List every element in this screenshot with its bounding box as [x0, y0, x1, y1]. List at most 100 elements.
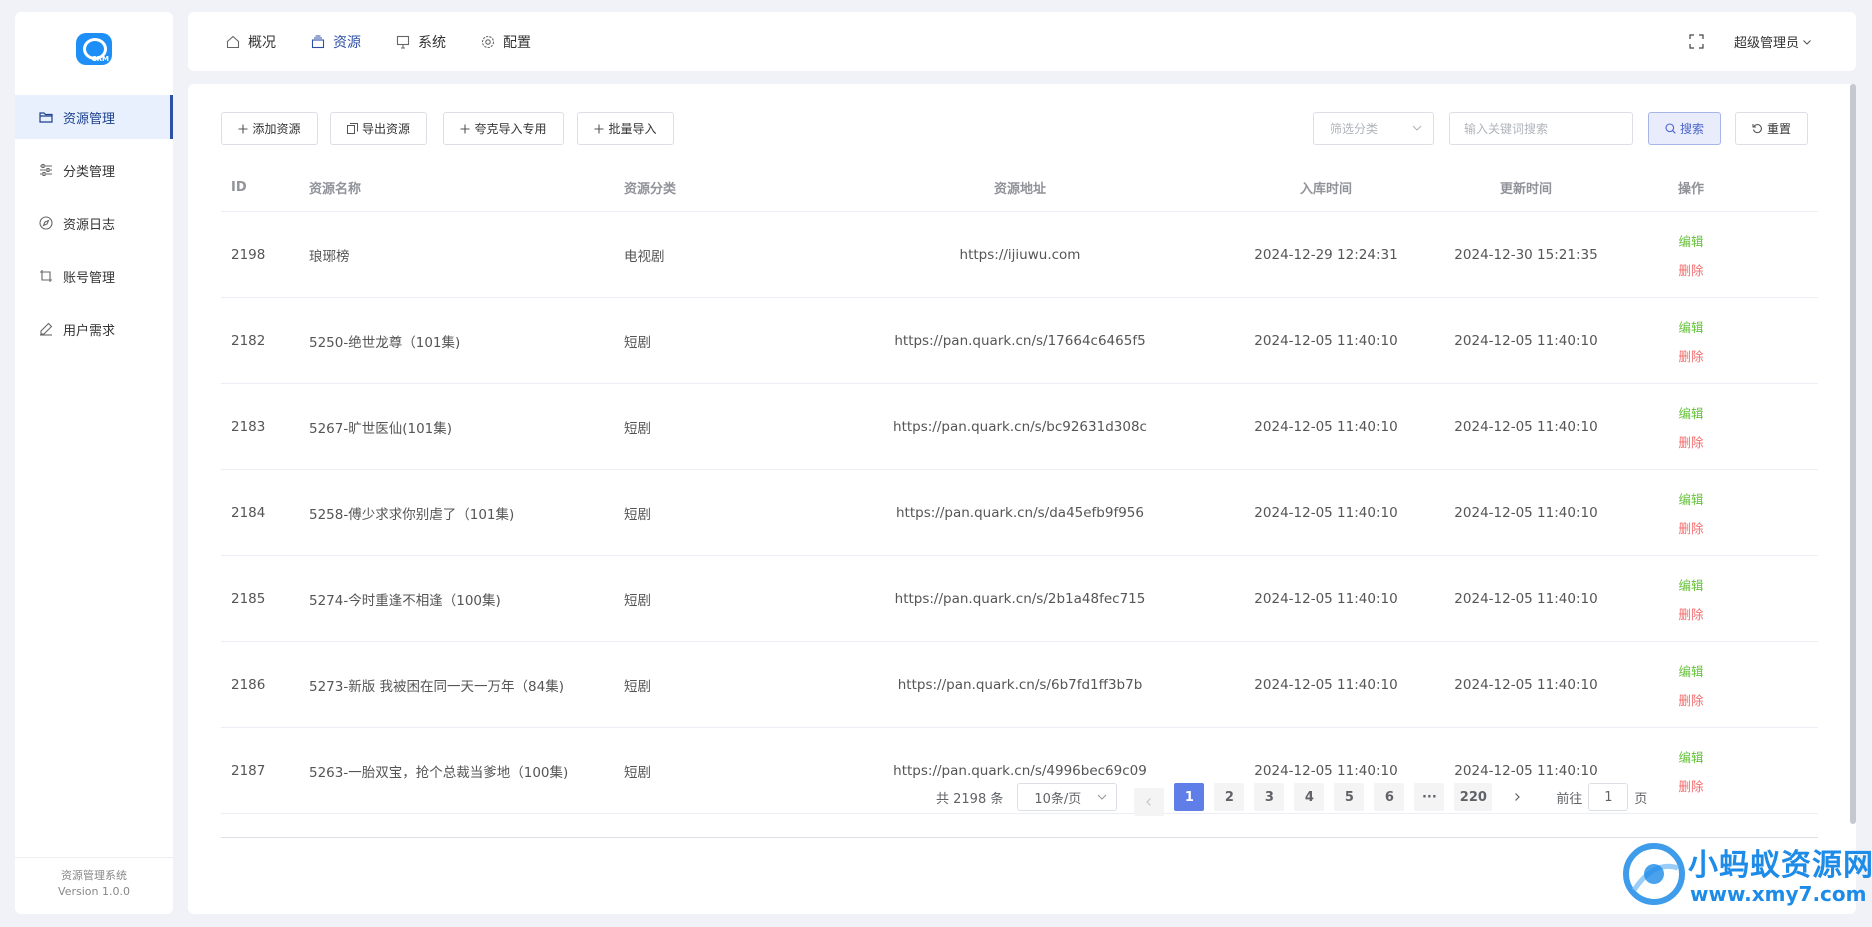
- edit-link[interactable]: 编辑: [1678, 231, 1703, 250]
- sidebar-item-requests[interactable]: 用户需求: [15, 307, 173, 351]
- plus-icon: [238, 124, 248, 134]
- plus-icon: [594, 124, 604, 134]
- cell-created: 2024-12-05 11:40:10: [1254, 676, 1398, 693]
- cell-id: 2186: [231, 676, 266, 693]
- header-actions: 操作: [1677, 182, 1704, 197]
- keyword-search-input[interactable]: [1449, 112, 1633, 145]
- button-label: 批量导入: [608, 122, 657, 136]
- cell-updated: 2024-12-05 11:40:10: [1454, 590, 1598, 607]
- page-3[interactable]: 3: [1254, 783, 1285, 811]
- sidebar: CRM 资源管理 分类管理 资源日志 账号管理 用户需求 资源管理系统 Vers…: [15, 12, 173, 914]
- delete-link[interactable]: 删除: [1678, 346, 1703, 365]
- delete-link[interactable]: 删除: [1678, 776, 1703, 795]
- table-header: ID 资源名称 资源分类 资源地址 入库时间 更新时间 操作: [221, 164, 1818, 212]
- prev-page-button[interactable]: [1134, 788, 1165, 816]
- quark-import-button[interactable]: 夸克导入专用: [443, 112, 564, 145]
- cell-id: 2185: [231, 590, 266, 607]
- cell-name: 5273-新版 我被困在同一天一万年（84集): [309, 678, 564, 695]
- tab-label: 系统: [418, 34, 446, 51]
- cell-created: 2024-12-05 11:40:10: [1254, 590, 1398, 607]
- cell-id: 2183: [231, 418, 266, 435]
- delete-link[interactable]: 删除: [1678, 260, 1703, 279]
- cell-created: 2024-12-05 11:40:10: [1254, 418, 1398, 435]
- total-count: 共 2198 条: [936, 791, 1004, 807]
- category-filter-select[interactable]: 筛选分类: [1313, 112, 1434, 145]
- edit-link[interactable]: 编辑: [1678, 575, 1703, 594]
- edit-link[interactable]: 编辑: [1678, 403, 1703, 422]
- tab-resources[interactable]: 资源: [311, 32, 361, 52]
- page-last[interactable]: 220: [1454, 783, 1493, 811]
- edit-link[interactable]: 编辑: [1678, 661, 1703, 680]
- page-2[interactable]: 2: [1214, 783, 1245, 811]
- cell-url: https://ijiuwu.com: [959, 246, 1081, 263]
- top-navbar: 概况 资源 系统 配置 超级管理员: [188, 12, 1856, 71]
- monitor-icon: [396, 35, 410, 49]
- more-pages[interactable]: ···: [1414, 783, 1445, 811]
- copy-icon: [346, 123, 358, 134]
- table-row: 2183 5267-旷世医仙(101集) 短剧 https://pan.quark.c…: [221, 384, 1818, 470]
- next-page-button[interactable]: [1502, 783, 1532, 811]
- cell-name: 5263-一胎双宝，抢个总裁当爹地（100集): [309, 764, 569, 781]
- pagination: 共 2198 条 10条/页 1 2 3 4 5 6 ··· 220 前往 页: [936, 783, 1647, 816]
- edit-link[interactable]: 编辑: [1678, 317, 1703, 336]
- delete-link[interactable]: 删除: [1678, 432, 1703, 451]
- cell-actions: 编辑 删除: [1616, 298, 1766, 383]
- fullscreen-icon[interactable]: [1689, 34, 1704, 49]
- tab-label: 概况: [248, 34, 276, 51]
- cell-actions: 编辑 删除: [1616, 212, 1766, 297]
- app-logo[interactable]: CRM: [15, 12, 173, 85]
- export-resource-button[interactable]: 导出资源: [330, 112, 427, 145]
- cell-actions: 编辑 删除: [1616, 384, 1766, 469]
- page-1[interactable]: 1: [1174, 783, 1205, 811]
- page-5[interactable]: 5: [1334, 783, 1365, 811]
- cell-updated: 2024-12-30 15:21:35: [1454, 246, 1598, 263]
- stack-icon: [311, 34, 325, 49]
- goto-page-input[interactable]: [1588, 783, 1629, 811]
- page-4[interactable]: 4: [1294, 783, 1325, 811]
- button-label: 添加资源: [252, 122, 301, 136]
- sidebar-item-resources[interactable]: 资源管理: [15, 95, 173, 139]
- add-resource-button[interactable]: 添加资源: [221, 112, 318, 145]
- tab-config[interactable]: 配置: [481, 32, 531, 52]
- user-menu[interactable]: 超级管理员: [1734, 32, 1812, 51]
- sidebar-item-label: 分类管理: [63, 164, 116, 180]
- delete-link[interactable]: 删除: [1678, 690, 1703, 709]
- table-row-partial: [221, 814, 1818, 838]
- cell-url: https://pan.quark.cn/s/6b7fd1ff3b7b: [897, 676, 1143, 693]
- cell-name: 5267-旷世医仙(101集): [309, 420, 453, 437]
- cell-name: 5274-今时重逢不相逢（100集): [309, 592, 501, 609]
- user-name: 超级管理员: [1733, 36, 1799, 51]
- gear-icon: [481, 35, 495, 49]
- sidebar-item-categories[interactable]: 分类管理: [15, 148, 173, 192]
- batch-import-button[interactable]: 批量导入: [577, 112, 674, 145]
- tab-system[interactable]: 系统: [396, 32, 446, 52]
- logo-text: CRM: [91, 54, 110, 63]
- delete-link[interactable]: 删除: [1678, 518, 1703, 537]
- edit-link[interactable]: 编辑: [1678, 747, 1703, 766]
- watermark-title: 小蚂蚁资源网: [1688, 848, 1872, 883]
- cell-actions: 编辑 删除: [1616, 556, 1766, 641]
- reset-button[interactable]: 重置: [1735, 112, 1808, 145]
- page-size-select[interactable]: 10条/页: [1017, 783, 1118, 811]
- header-url: 资源地址: [993, 182, 1046, 197]
- scrollbar-thumb[interactable]: [1850, 84, 1856, 824]
- header-name: 资源名称: [309, 182, 362, 197]
- table-row: 2184 5258-傅少求求你别虐了（101集) 短剧 https://pan.qua…: [221, 470, 1818, 556]
- sidebar-item-accounts[interactable]: 账号管理: [15, 254, 173, 298]
- cell-url: https://pan.quark.cn/s/da45efb9f956: [895, 504, 1144, 521]
- delete-link[interactable]: 删除: [1678, 604, 1703, 623]
- watermark-url: www.xmy7.com: [1690, 882, 1867, 906]
- vertical-scrollbar[interactable]: [1848, 84, 1856, 914]
- cell-url: https://pan.quark.cn/s/2b1a48fec715: [894, 590, 1146, 607]
- edit-link[interactable]: 编辑: [1678, 489, 1703, 508]
- cell-name: 琅琊榜: [309, 248, 350, 265]
- chevron-down-icon: [1802, 37, 1812, 47]
- search-button[interactable]: 搜索: [1648, 112, 1721, 145]
- tab-overview[interactable]: 概况: [226, 32, 276, 52]
- sidebar-item-logs[interactable]: 资源日志: [15, 201, 173, 245]
- cell-category: 短剧: [624, 334, 651, 351]
- page-6[interactable]: 6: [1374, 783, 1405, 811]
- cell-id: 2187: [231, 762, 266, 779]
- cell-updated: 2024-12-05 11:40:10: [1454, 418, 1598, 435]
- button-label: 夸克导入专用: [474, 122, 547, 136]
